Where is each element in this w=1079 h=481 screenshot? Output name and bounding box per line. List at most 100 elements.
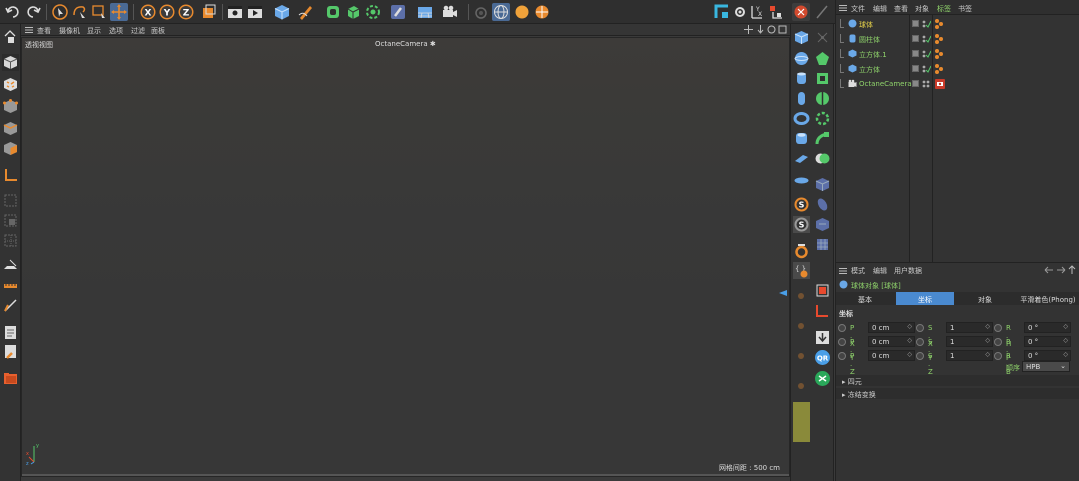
cloner-icon[interactable] <box>364 3 382 21</box>
snap-icon[interactable] <box>713 3 731 21</box>
om-menu-edit[interactable]: 编辑 <box>873 4 887 14</box>
cube-primitive-icon[interactable] <box>273 3 291 21</box>
scale-field[interactable]: 1 ◇ <box>946 322 993 333</box>
stepper-icon[interactable]: ◇ <box>907 351 912 358</box>
lathe-generator-icon[interactable] <box>814 90 831 107</box>
teapot-icon[interactable] <box>472 3 490 21</box>
rotation-animate-radio[interactable] <box>994 338 1002 346</box>
position-field[interactable]: 0 cm ◇ <box>868 322 915 333</box>
cube-primitive-icon[interactable] <box>793 29 810 46</box>
folder-icon[interactable] <box>2 370 19 387</box>
cylinder-primitive-icon[interactable] <box>793 70 810 87</box>
deformer-twist-icon[interactable] <box>814 196 831 213</box>
redo-icon[interactable] <box>24 3 42 21</box>
snap-enable-icon[interactable] <box>2 192 19 209</box>
octane-sun-icon[interactable] <box>513 3 531 21</box>
torus-primitive-icon[interactable] <box>793 110 810 127</box>
section-freeze-transform[interactable]: ▸ 冻结变换 <box>836 388 1079 399</box>
move-icon[interactable] <box>110 3 128 21</box>
points-mode-icon[interactable] <box>2 98 19 115</box>
extrude-icon[interactable] <box>344 3 362 21</box>
edges-mode-icon[interactable] <box>2 120 19 137</box>
undo-icon[interactable] <box>4 3 22 21</box>
object-row[interactable]: OctaneCamera <box>836 77 1079 91</box>
object-name[interactable]: 立方体.1 <box>859 50 887 60</box>
position-animate-radio[interactable] <box>838 324 846 332</box>
perspective-viewport[interactable]: 透视视图 OctaneCamera ✱ y xz 网格间距 : 500 cm <box>21 37 790 477</box>
tab-basic[interactable]: 基本 <box>836 292 894 305</box>
object-name[interactable]: OctaneCamera <box>859 80 912 88</box>
stepper-icon[interactable]: ◇ <box>985 323 990 330</box>
extrude-generator-icon[interactable] <box>814 70 831 87</box>
om-menu-tags[interactable]: 标签 <box>937 4 951 14</box>
zoom-view-icon[interactable] <box>756 25 765 34</box>
visibility-dots-icon[interactable] <box>921 49 931 59</box>
download-icon[interactable] <box>814 329 831 346</box>
workplane-snap-icon[interactable] <box>2 212 19 229</box>
scale-animate-radio[interactable] <box>916 352 924 360</box>
menu-panel[interactable]: 面板 <box>151 26 165 36</box>
octane-render-icon[interactable] <box>792 3 810 21</box>
qr-icon[interactable]: QR <box>814 349 831 366</box>
deformer-lattice-icon[interactable] <box>814 236 831 253</box>
y-axis-lock-icon[interactable]: Y <box>158 3 176 21</box>
stepper-icon[interactable]: ◇ <box>907 337 912 344</box>
hamburger-icon[interactable] <box>839 267 847 275</box>
workplane-align-icon[interactable] <box>2 257 19 274</box>
axis-mode-icon[interactable] <box>2 166 19 183</box>
position-animate-radio[interactable] <box>838 352 846 360</box>
rotation-field[interactable]: 0 ° ◇ <box>1024 322 1071 333</box>
rotation-animate-radio[interactable] <box>994 352 1002 360</box>
boole-generator-icon[interactable] <box>814 150 831 167</box>
object-row[interactable]: 球体 <box>836 17 1079 31</box>
position-animate-radio[interactable] <box>838 338 846 346</box>
layer-icon[interactable] <box>912 35 919 42</box>
layer-icon[interactable] <box>912 50 919 57</box>
tab-phong[interactable]: 平滑着色(Phong) <box>1016 292 1079 305</box>
cloner-generator-icon[interactable] <box>814 110 831 127</box>
layout-icon[interactable] <box>813 3 831 21</box>
maximize-view-icon[interactable] <box>778 25 787 34</box>
rotation-animate-radio[interactable] <box>994 324 1002 332</box>
model-mode-icon[interactable] <box>2 28 19 45</box>
floor-environment-icon[interactable] <box>416 3 434 21</box>
camera-icon[interactable] <box>441 3 459 21</box>
visibility-dots-icon[interactable] <box>921 79 931 89</box>
select-arrow-icon[interactable] <box>51 3 69 21</box>
octane-camera-tag-icon[interactable] <box>935 79 945 89</box>
material-tag-icon[interactable] <box>934 48 944 60</box>
object-row[interactable]: 圆柱体 <box>836 32 1079 46</box>
game-controller-icon[interactable] <box>814 370 831 387</box>
plane-primitive-icon[interactable] <box>793 150 810 167</box>
hamburger-icon[interactable] <box>839 4 847 12</box>
tag-axis-icon[interactable] <box>814 302 831 319</box>
layer-icon[interactable] <box>912 20 919 27</box>
subdivision-surface-icon[interactable] <box>324 3 342 21</box>
object-row[interactable]: 立方体.1 <box>836 47 1079 61</box>
tab-object[interactable]: 对象 <box>956 292 1014 305</box>
om-menu-file[interactable]: 文件 <box>851 4 865 14</box>
octane-s-icon[interactable]: S <box>793 196 810 213</box>
ruler-icon[interactable] <box>2 278 19 295</box>
object-mode-icon[interactable] <box>2 54 19 71</box>
octane-s-active-icon[interactable]: S <box>793 216 810 233</box>
tab-coordinates[interactable]: 坐标 <box>896 292 954 305</box>
octane-light-icon[interactable] <box>533 3 551 21</box>
scale-animate-radio[interactable] <box>916 324 924 332</box>
deformer-bend-icon[interactable] <box>814 176 831 193</box>
menu-options[interactable]: 选项 <box>109 26 123 36</box>
object-name[interactable]: 圆柱体 <box>859 35 880 45</box>
am-menu-edit[interactable]: 编辑 <box>873 266 887 276</box>
texture-mode-icon[interactable] <box>2 76 19 93</box>
material-tag-icon[interactable] <box>934 18 944 30</box>
move-view-icon[interactable] <box>744 25 753 34</box>
object-row[interactable]: 立方体 <box>836 62 1079 76</box>
live-select-icon[interactable] <box>71 3 89 21</box>
layer-icon[interactable] <box>912 65 919 72</box>
object-name[interactable]: 球体 <box>859 20 873 30</box>
deformer-ffd-icon[interactable] <box>814 216 831 233</box>
tube-primitive-icon[interactable] <box>793 130 810 147</box>
scale-field[interactable]: 1 ◇ <box>946 350 993 361</box>
rotation-field[interactable]: 0 ° ◇ <box>1024 350 1071 361</box>
object-name[interactable]: 立方体 <box>859 65 880 75</box>
